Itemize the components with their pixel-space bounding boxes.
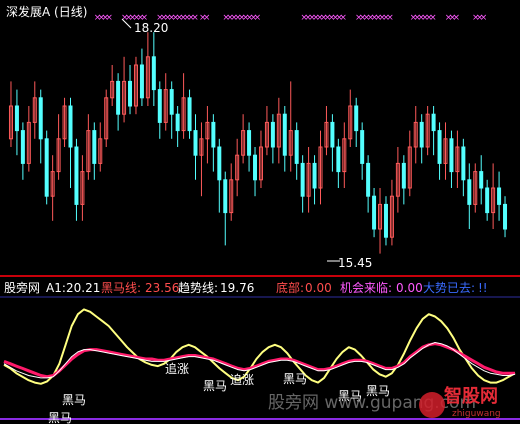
trend-value: 19.76 (220, 281, 254, 295)
signal-marker: × (453, 13, 461, 23)
candle-body (467, 179, 472, 205)
candle-body (300, 162, 305, 197)
signal-marker: × (203, 13, 211, 23)
candle-body (419, 121, 424, 148)
annotation-horse-4: 黑马 (283, 372, 307, 386)
candle-body (282, 113, 287, 156)
black-horse-value: 23.56 (145, 281, 179, 295)
candle-body (270, 121, 275, 148)
candle-body (68, 105, 73, 148)
candle-body (401, 162, 406, 189)
signal-marker: × (105, 13, 113, 23)
signal-marker: × (339, 13, 347, 23)
bottom-panel-title: 股旁网 (4, 280, 40, 295)
candle-body (485, 187, 490, 214)
candle-body (461, 146, 466, 181)
candle-body (92, 130, 97, 164)
candle-body (128, 80, 133, 107)
candle-body (193, 130, 198, 156)
candle-body (372, 195, 377, 230)
candle-body (253, 154, 258, 181)
signal-marker: × (254, 13, 262, 23)
candle-body (20, 130, 25, 164)
candle-body (449, 138, 454, 173)
signal-marker: × (480, 13, 488, 23)
annotation-chase-2: 追涨 (230, 372, 254, 387)
signal-marker: × (191, 13, 199, 23)
chart-background (0, 0, 520, 424)
logo-subtext: zhiguwang (452, 409, 501, 419)
annotation-horse-3: 黑马 (203, 379, 227, 393)
candle-body (116, 80, 121, 115)
candle-body (175, 113, 180, 132)
candle-body (74, 146, 79, 205)
logo-icon (419, 392, 445, 418)
candle-body (247, 130, 252, 156)
black-horse-label: 黑马线: (101, 281, 141, 295)
candle-body (383, 203, 388, 238)
indicator-label: A1: (46, 281, 66, 295)
candle-body (437, 130, 442, 164)
annotation-chase-1: 追涨 (165, 361, 189, 376)
candle-body (336, 146, 341, 173)
indicator-header: 股旁网 A1: 20.21 黑马线: 23.56 趋势线: 19.76 底部: … (4, 280, 488, 295)
candle-body (479, 171, 484, 189)
candle-body (354, 105, 359, 132)
annotation-horse-2: 黑马 (48, 411, 72, 424)
low-price-label: 15.45 (338, 256, 372, 270)
candle-body (44, 138, 49, 197)
candle-body (294, 130, 299, 164)
candle-body (431, 113, 436, 132)
candle-body (38, 97, 43, 140)
candle-body (139, 64, 144, 99)
bottom-label: 底部: (276, 280, 304, 295)
candle-body (366, 162, 371, 197)
bottom-value: 0.00 (305, 281, 332, 295)
candle-body (211, 121, 216, 148)
trend-gone-label: 大势已去: (423, 281, 475, 295)
logo-text: 智股网 (444, 385, 498, 407)
candle-body (503, 203, 508, 230)
signal-marker: × (386, 13, 394, 23)
candle-body (187, 97, 192, 132)
high-price-label: 18.20 (134, 21, 168, 35)
signal-marker: × (429, 13, 437, 23)
candle-body (312, 162, 317, 189)
candle-body (217, 146, 222, 181)
top-panel-title: 深发展A (日线) (6, 4, 87, 19)
candle-body (497, 187, 502, 205)
candle-body (330, 121, 335, 148)
chance-value: 0.00 (396, 281, 423, 295)
annotation-horse-1: 黑马 (62, 393, 86, 407)
candle-body (360, 130, 365, 164)
trend-label: 趋势线: (178, 281, 218, 295)
stock-chart: 深发展A (日线) ×××× ×××××× ×××××××××× ×× ××××××××… (0, 0, 520, 424)
candle-body (151, 56, 156, 91)
candle-body (157, 89, 162, 123)
indicator-value: 20.21 (66, 281, 100, 295)
trend-gone-value: !! (478, 281, 488, 295)
candle-body (14, 105, 19, 132)
candle-body (169, 89, 174, 115)
candle-body (223, 179, 228, 214)
chance-label: 机会来临: (340, 281, 392, 295)
